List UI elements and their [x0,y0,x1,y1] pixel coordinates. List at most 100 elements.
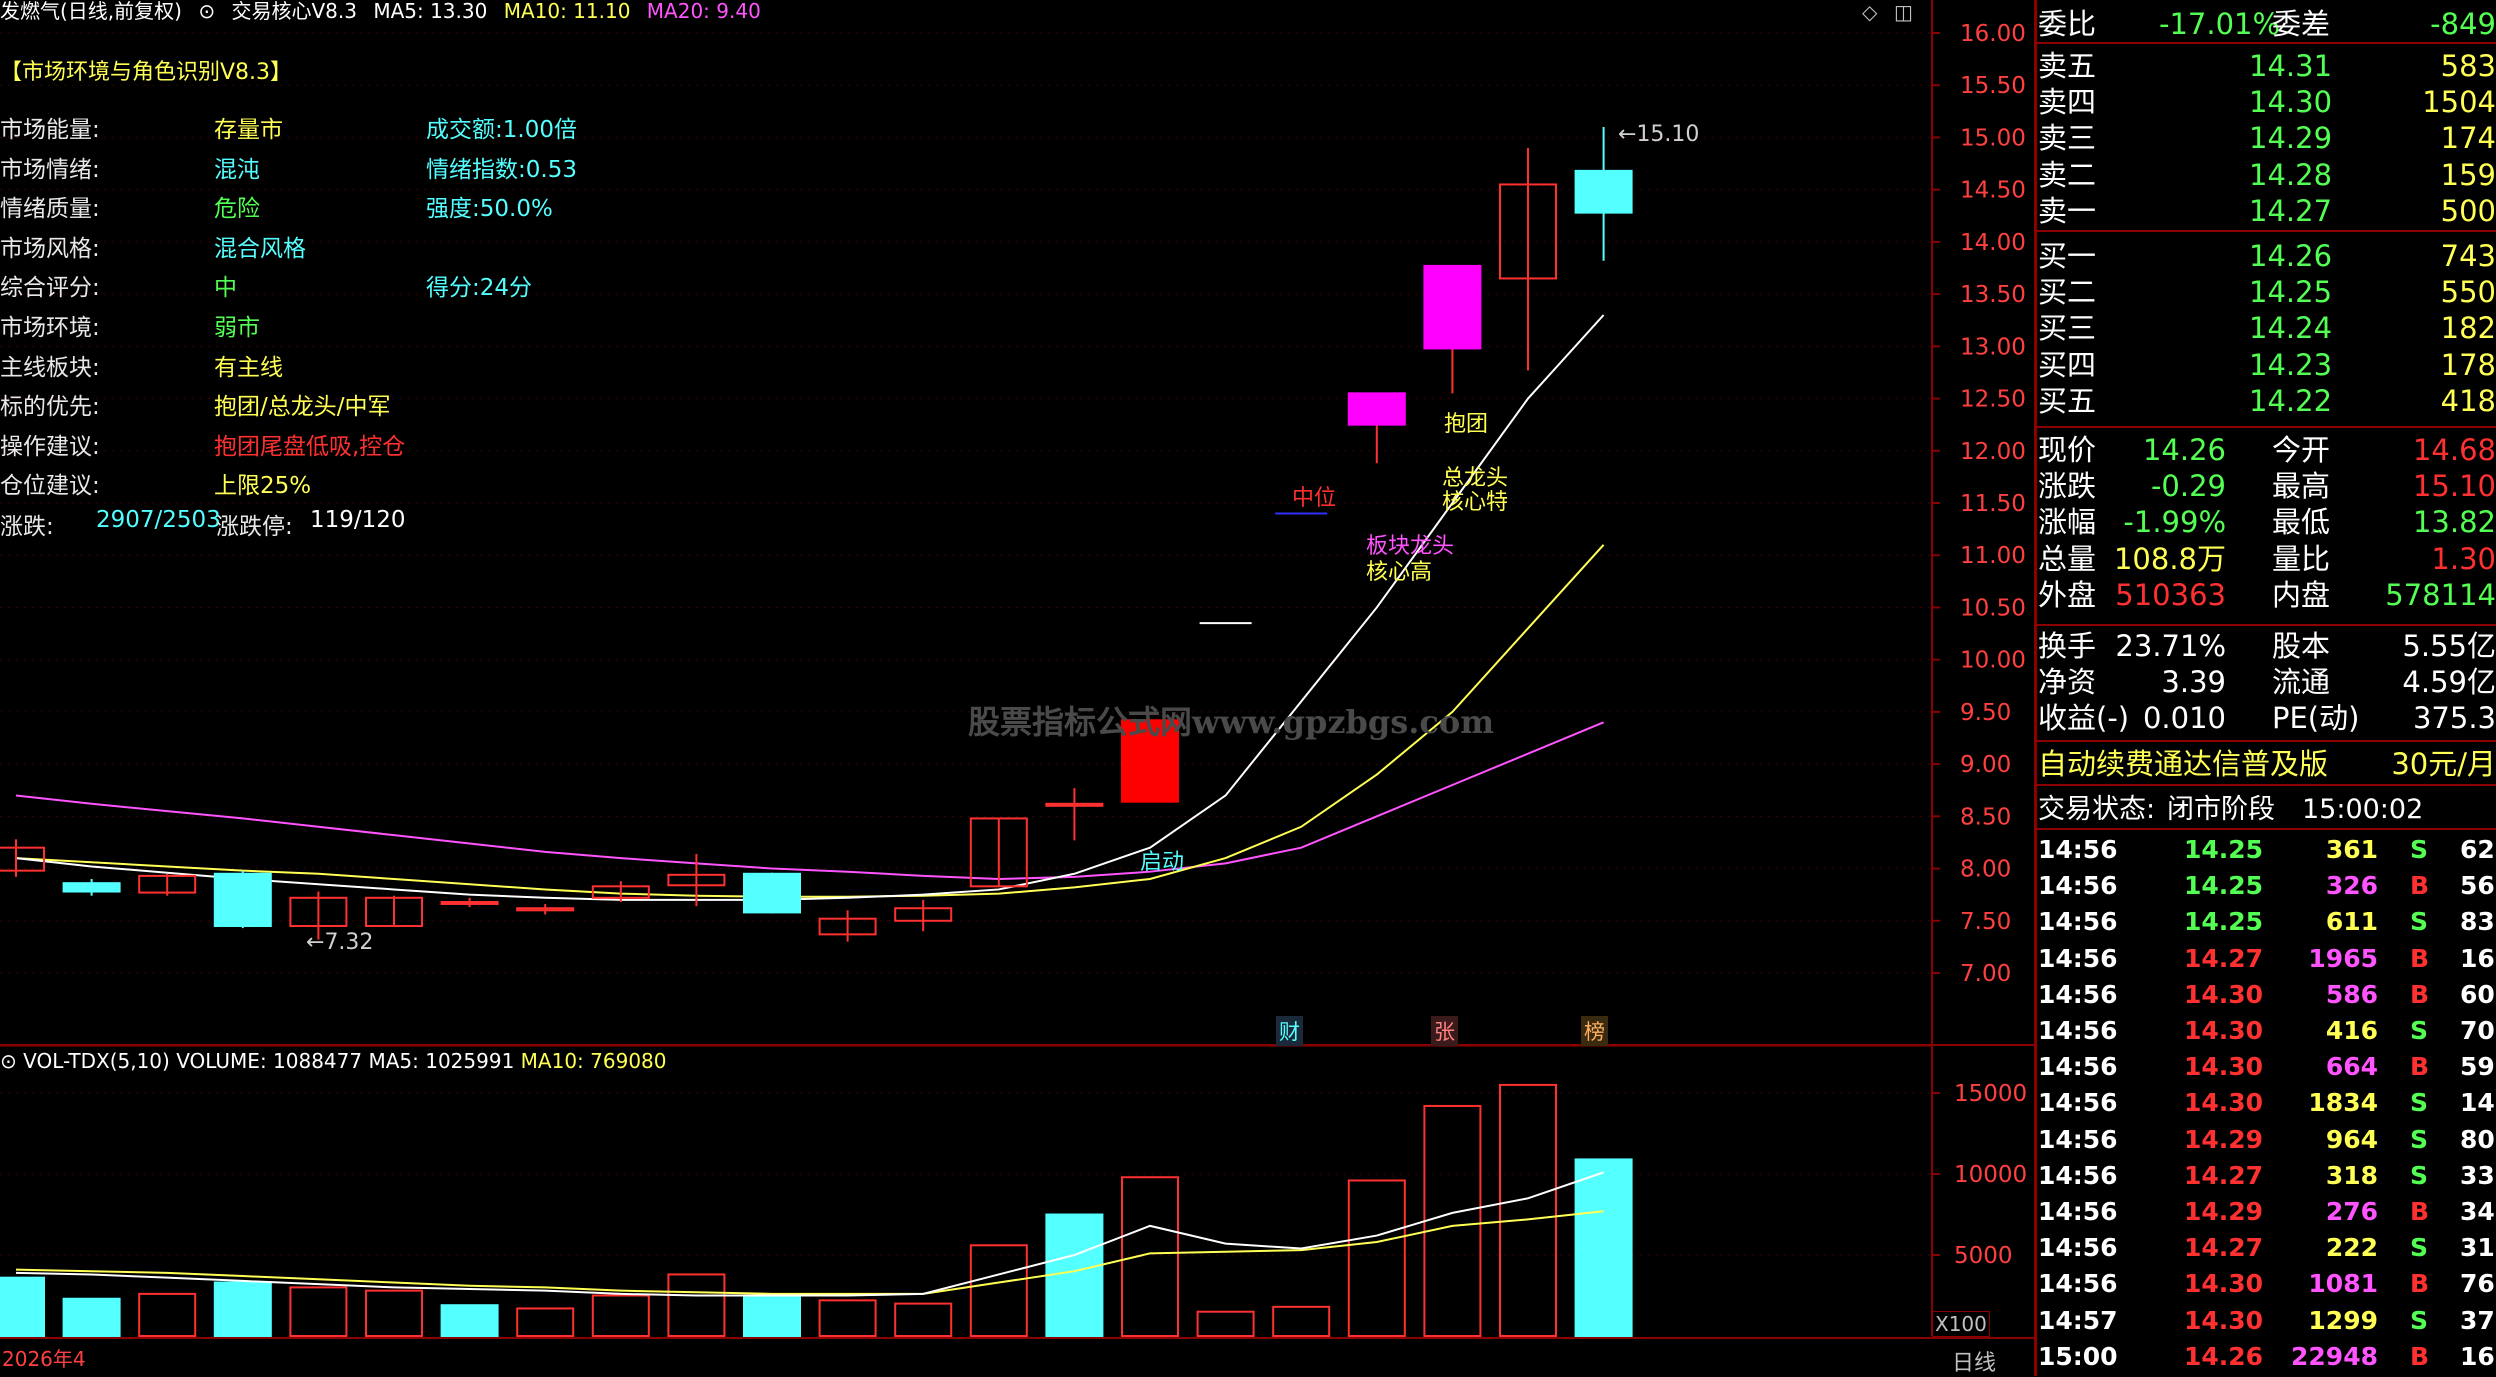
buy-level-label: 买四 [2038,347,2097,382]
tick-row[interactable]: 14:56 14.25 611 S 83 [2034,904,2496,940]
tick-row[interactable]: 14:56 14.27 1965 B 169 [2034,941,2496,977]
event-badge-bang[interactable]: 榜 [1581,1016,1608,1046]
tick-row[interactable]: 14:57 14.30 1299 S 37 [2034,1303,2496,1339]
volume-bar [969,1244,1028,1338]
weibi-row[interactable]: 委比 -17.01% 委差 -849 [2034,6,2496,42]
sell-level-row[interactable]: 卖三 14.29 174 [2034,120,2496,156]
quote-stat-row[interactable]: 现价 14.26 今开 14.68 [2034,432,2496,468]
tick-time: 14:56 [2038,979,2118,1009]
sell-level-row[interactable]: 卖四 14.30 1504 [2034,84,2496,120]
quote-panel: 委比 -17.01% 委差 -849 卖五 14.31 583 卖四 14.30 1504 卖三 14… [2034,0,2496,1376]
tick-row[interactable]: 14:56 14.29 964 S 80 [2034,1122,2496,1158]
volume-bar [289,1286,348,1338]
stat-value: 108.8万 [2113,541,2226,576]
tick-row[interactable]: 14:56 14.25 361 S 62 [2034,832,2496,868]
sell-level-price: 14.29 [2249,121,2333,156]
sell-level-row[interactable]: 卖一 14.27 500 [2034,193,2496,229]
tick-count: 83 [2460,907,2495,937]
ma20-label: MA20: 9.40 [646,0,761,23]
tick-row[interactable]: 14:56 14.27 318 S 33 [2034,1158,2496,1194]
tick-row[interactable]: 15:00 14.26 22948 B 1675 [2034,1339,2496,1375]
price-tick-label: 7.00 [1960,961,2011,987]
buy-level-label: 买五 [2038,383,2097,418]
annotation-qidong: 启动 [1140,850,1185,875]
tick-row[interactable]: 14:56 14.30 664 B 59 [2034,1049,2496,1085]
tick-row[interactable]: 14:56 14.25 326 B 56 [2034,868,2496,904]
buy-level-row[interactable]: 买一 14.26 743 [2034,238,2496,274]
buy-level-row[interactable]: 买三 14.24 182 [2034,310,2496,346]
buy-level-price: 14.23 [2249,347,2333,382]
tick-row[interactable]: 14:56 14.30 1834 S 146 [2034,1085,2496,1121]
zhangdie-value: 2907/2503 [96,507,221,533]
price-tick-label: 14.00 [1960,230,2026,256]
event-badge-cai[interactable]: 财 [1276,1016,1303,1046]
event-badge-zhang[interactable]: 张 [1431,1016,1458,1046]
quote-stat-row[interactable]: 涨跌 -0.29 最高 15.10 [2034,468,2496,504]
tick-volume: 326 [2325,871,2378,901]
buy-level-volume: 178 [2440,347,2496,382]
tick-row[interactable]: 14:56 14.29 276 B 34 [2034,1194,2496,1230]
divider [2034,42,2496,44]
tick-direction: B [2410,1197,2430,1226]
volume-header: ⊙ VOL-TDX(5,10) VOLUME: 1088477 MA5: 102… [0,1050,667,1072]
tick-row[interactable]: 14:56 14.30 1081 B 76 [2034,1266,2496,1302]
footer-period[interactable]: 日线 [1952,1345,1996,1377]
sell-level-price: 14.28 [2249,157,2333,192]
fundamental-row[interactable]: 净资 3.39 流通 4.59亿 [2034,664,2496,700]
buy-level-row[interactable]: 买四 14.23 178 [2034,347,2496,383]
volume-bar [62,1297,121,1337]
quote-stat-row[interactable]: 涨幅 -1.99% 最低 13.82 [2034,504,2496,540]
volume-bar [1121,1176,1179,1337]
volume-indicator-icon[interactable]: ⊙ [0,1049,17,1073]
stat-label: 量比 [2272,541,2331,576]
info-row-label: 仓位建议: [0,473,100,500]
sell-level-row[interactable]: 卖二 14.28 159 [2034,157,2496,193]
stat-label: 最低 [2272,505,2331,540]
buy-level-label: 买二 [2038,275,2097,310]
tick-direction: B [2410,1341,2430,1371]
sell-level-row[interactable]: 卖五 14.31 583 [2034,48,2496,84]
tick-count: 146 [2460,1088,2496,1118]
sell-level-price: 14.31 [2249,49,2333,83]
tick-row[interactable]: 14:56 14.30 416 S 70 [2034,1013,2496,1049]
price-tick-label: 14.50 [1960,178,2026,204]
tick-count: 33 [2460,1160,2495,1190]
kline-chart-area[interactable]: 16.00 15.50 15.00 14.50 14.00 13.50 13.00 12.50… [0,0,2034,1376]
tick-count: 1675 [2460,1341,2496,1371]
tick-direction: S [2410,1088,2429,1118]
tick-time: 14:56 [2038,1233,2118,1263]
sell-level-volume: 500 [2440,193,2496,228]
panel-toggle-icon[interactable]: ◫ [1894,0,1913,24]
tick-volume: 222 [2325,1233,2378,1263]
tick-count: 80 [2460,1124,2495,1154]
tick-row[interactable]: 14:56 14.27 222 S 31 [2034,1230,2496,1266]
buy-level-volume: 743 [2440,239,2496,273]
stock-name[interactable]: 发燃气(日线,前复权) [0,0,182,23]
tick-row[interactable]: 14:56 14.30 586 B 60 [2034,977,2496,1013]
buy-level-price: 14.24 [2249,311,2333,346]
indicator-switch-icon[interactable]: ⊙ [198,0,215,23]
indicator-name[interactable]: 交易核心V8.3 [231,0,357,23]
quote-stat-row[interactable]: 总量 108.8万 量比 1.30 [2034,541,2496,577]
buy-level-row[interactable]: 买五 14.22 418 [2034,383,2496,419]
volume-indicator-name[interactable]: VOL-TDX(5,10) [23,1049,170,1073]
quote-stat-row[interactable]: 外盘 510363 内盘 578114 [2034,577,2496,613]
fundamental-value: 4.59亿 [2402,665,2496,700]
sell-level-volume: 1504 [2422,85,2496,120]
fundamental-row[interactable]: 换手 23.71% 股本 5.55亿 [2034,628,2496,664]
price-tick-label: 11.00 [1960,543,2026,569]
diamond-icon[interactable]: ◇ [1862,0,1877,24]
tick-count: 37 [2460,1305,2495,1335]
price-tick-label: 12.50 [1960,387,2026,413]
tick-time: 14:56 [2038,1052,2118,1082]
volume-bar [1423,1104,1482,1337]
tick-time: 14:56 [2038,1124,2118,1154]
tick-volume: 1081 [2308,1269,2378,1299]
trade-status-row[interactable]: 交易状态: 闭市阶段 15:00:02 [2034,792,2496,828]
buy-level-row[interactable]: 买二 14.25 550 [2034,274,2496,310]
volume-tick-label: 10000 [1954,1162,2027,1188]
promo-row[interactable]: 自动续费通达信普及版 30元/月 [2034,746,2496,782]
fundamental-row[interactable]: 收益(-) 0.010 PE(动) 375.3 [2034,700,2496,736]
sell-level-label: 卖三 [2038,121,2097,156]
stat-label: 涨幅 [2038,505,2097,540]
